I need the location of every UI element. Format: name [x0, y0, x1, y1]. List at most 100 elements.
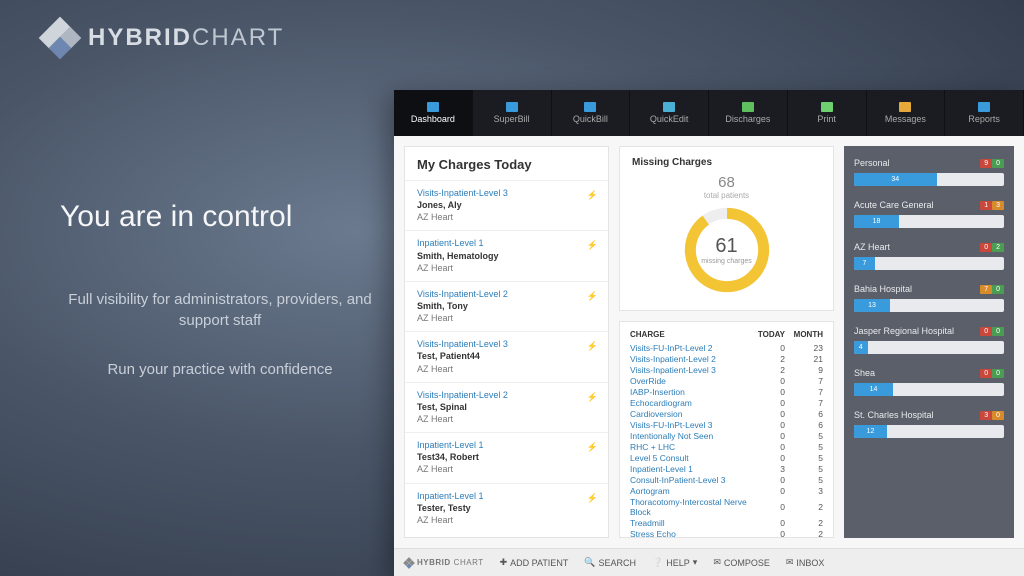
table-row[interactable]: OverRide07: [630, 375, 823, 386]
nav-dashboard[interactable]: Dashboard: [394, 90, 473, 136]
patient-name: Test, Patient44: [417, 350, 596, 362]
charge-item[interactable]: Inpatient-Level 1Smith, HematologyAZ Hea…: [405, 230, 608, 280]
table-row[interactable]: Echocardiogram07: [630, 397, 823, 408]
table-row[interactable]: Intentionally Not Seen05: [630, 430, 823, 441]
table-row[interactable]: Visits-FU-InPt-Level 306: [630, 419, 823, 430]
progress-fill: 34: [854, 173, 937, 186]
nav-icon: [899, 102, 911, 112]
inbox-button[interactable]: ✉ INBOX: [786, 557, 825, 568]
facility-name: Bahia Hospital: [854, 284, 912, 294]
bolt-icon: ⚡: [587, 290, 598, 302]
my-charges-panel: My Charges Today Visits-Inpatient-Level …: [404, 146, 609, 538]
table-row[interactable]: Visits-FU-InPt-Level 2023: [630, 342, 823, 353]
nav-label: QuickBill: [573, 114, 608, 124]
progress-bar: 34: [854, 173, 1004, 186]
facility: AZ Heart: [417, 363, 596, 375]
facility: AZ Heart: [417, 211, 596, 223]
today-val: 0: [747, 408, 785, 419]
table-row[interactable]: Stress Echo02: [630, 528, 823, 538]
month-val: 7: [785, 375, 823, 386]
nav-print[interactable]: Print: [788, 90, 867, 136]
badge: 3: [980, 411, 992, 420]
charge-name: Stress Echo: [630, 528, 747, 538]
badge: 2: [992, 243, 1004, 252]
charge-name: Level 5 Consult: [630, 452, 747, 463]
nav-discharges[interactable]: Discharges: [709, 90, 788, 136]
today-val: 0: [747, 430, 785, 441]
nav-messages[interactable]: Messages: [867, 90, 946, 136]
facility-badges: 02: [980, 243, 1004, 252]
footer-logo: HYBRIDCHART: [404, 558, 484, 568]
nav-reports[interactable]: Reports: [945, 90, 1024, 136]
charge-item[interactable]: Visits-Inpatient-Level 3Test, Patient44A…: [405, 331, 608, 381]
table-row[interactable]: Treadmill02: [630, 517, 823, 528]
table-row[interactable]: IABP-Insertion07: [630, 386, 823, 397]
today-val: 0: [747, 386, 785, 397]
facility-block[interactable]: St. Charles Hospital3012: [854, 410, 1004, 438]
charge-name: Visits-Inpatient-Level 2: [630, 353, 747, 364]
table-row[interactable]: RHC + LHC05: [630, 441, 823, 452]
charge-name: Consult-InPatient-Level 3: [630, 474, 747, 485]
charge-type: Visits-Inpatient-Level 2: [417, 389, 596, 401]
facility-block[interactable]: Acute Care General1318: [854, 200, 1004, 228]
compose-button[interactable]: ✉ COMPOSE: [713, 557, 770, 568]
charge-item[interactable]: Inpatient-Level 1Tester, TestyAZ Heart⚡: [405, 483, 608, 533]
today-val: 2: [747, 364, 785, 375]
nav-quickbill[interactable]: QuickBill: [552, 90, 631, 136]
month-val: 5: [785, 474, 823, 485]
facility-block[interactable]: Jasper Regional Hospital004: [854, 326, 1004, 354]
charge-type: Inpatient-Level 1: [417, 439, 596, 451]
help-button[interactable]: ❔ HELP ▾: [652, 557, 697, 568]
facility-block[interactable]: Shea0014: [854, 368, 1004, 396]
charge-item[interactable]: Visits-Inpatient-Level 3Jones, AlyAZ Hea…: [405, 180, 608, 230]
table-row[interactable]: Thoracotomy-Intercostal Nerve Block02: [630, 496, 823, 517]
month-val: 5: [785, 441, 823, 452]
charge-name: OverRide: [630, 375, 747, 386]
month-val: 3: [785, 485, 823, 496]
facilities-panel: Personal9034Acute Care General1318AZ Hea…: [844, 146, 1014, 538]
marketing-line2: Run your practice with confidence: [60, 359, 380, 380]
th-month: MONTH: [785, 330, 823, 342]
charge-name: Treadmill: [630, 517, 747, 528]
progress-bar: 12: [854, 425, 1004, 438]
nav-quickedit[interactable]: QuickEdit: [630, 90, 709, 136]
progress-fill: 13: [854, 299, 890, 312]
table-row[interactable]: Inpatient-Level 135: [630, 463, 823, 474]
facility: AZ Heart: [417, 463, 596, 475]
table-row[interactable]: Consult-InPatient-Level 305: [630, 474, 823, 485]
badge: 0: [992, 327, 1004, 336]
table-row[interactable]: Visits-Inpatient-Level 2221: [630, 353, 823, 364]
charge-name: Echocardiogram: [630, 397, 747, 408]
facility-name: Personal: [854, 158, 890, 168]
add-patient-button[interactable]: ✚ ADD PATIENT: [500, 557, 569, 568]
progress-bar: 4: [854, 341, 1004, 354]
month-val: 7: [785, 397, 823, 408]
table-row[interactable]: Aortogram03: [630, 485, 823, 496]
facility-block[interactable]: Bahia Hospital7013: [854, 284, 1004, 312]
table-row[interactable]: Visits-Inpatient-Level 329: [630, 364, 823, 375]
charge-item[interactable]: Visits-Inpatient-Level 2Smith, TonyAZ He…: [405, 281, 608, 331]
today-val: 0: [747, 419, 785, 430]
facility-name: St. Charles Hospital: [854, 410, 934, 420]
table-row[interactable]: Cardioversion06: [630, 408, 823, 419]
facility-name: Acute Care General: [854, 200, 934, 210]
bolt-icon: ⚡: [587, 391, 598, 403]
facility-block[interactable]: Personal9034: [854, 158, 1004, 186]
badge: 0: [992, 369, 1004, 378]
month-val: 23: [785, 342, 823, 353]
charge-name: Inpatient-Level 1: [630, 463, 747, 474]
facility-badges: 13: [980, 201, 1004, 210]
charge-item[interactable]: Visits-Inpatient-Level 2Test, SpinalAZ H…: [405, 382, 608, 432]
charge-name: Cardioversion: [630, 408, 747, 419]
my-charges-title: My Charges Today: [405, 147, 608, 180]
charge-item[interactable]: Inpatient-Level 1Test34, RobertAZ Heart⚡: [405, 432, 608, 482]
table-row[interactable]: Level 5 Consult05: [630, 452, 823, 463]
search-button[interactable]: 🔍 SEARCH: [584, 557, 636, 568]
facility-block[interactable]: AZ Heart027: [854, 242, 1004, 270]
patient-name: Jones, Aly: [417, 199, 596, 211]
th-today: TODAY: [747, 330, 785, 342]
today-val: 0: [747, 496, 785, 517]
today-val: 0: [747, 342, 785, 353]
bolt-icon: ⚡: [587, 340, 598, 352]
nav-superbill[interactable]: SuperBill: [473, 90, 552, 136]
